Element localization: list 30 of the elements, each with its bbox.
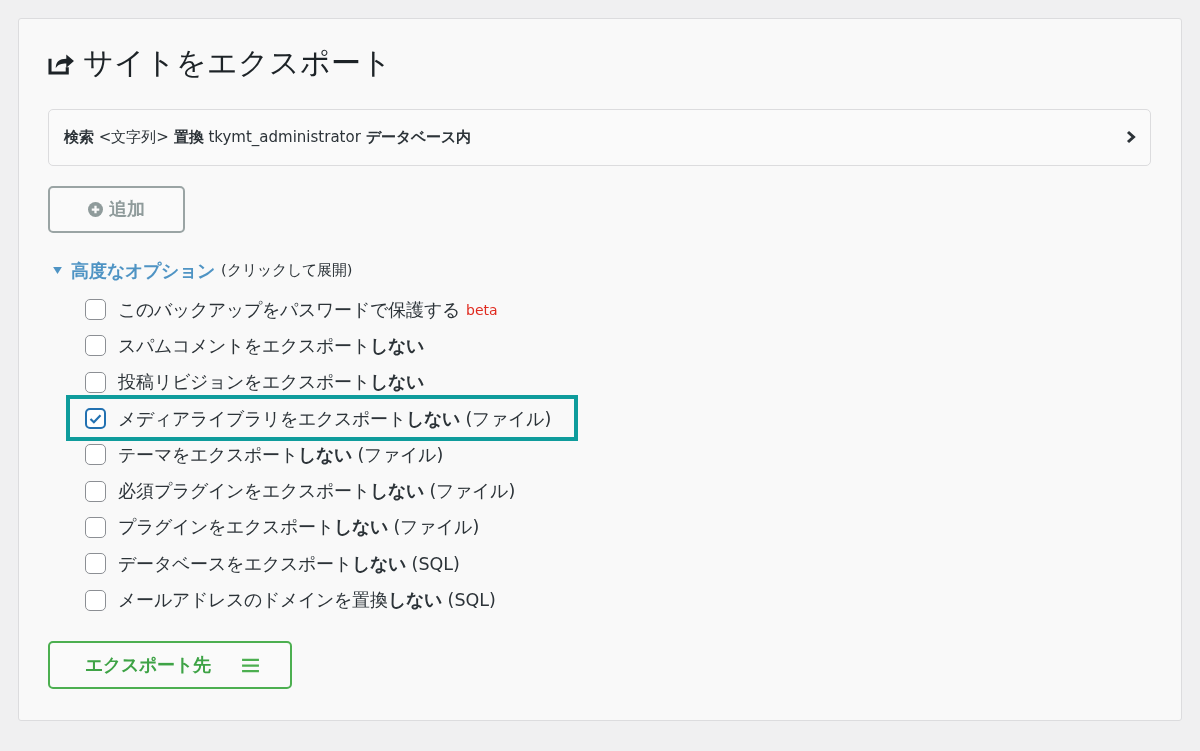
option-label: 必須プラグインをエクスポートしない (ファイル) xyxy=(118,480,516,504)
option-label: メディアライブラリをエクスポートしない (ファイル) xyxy=(118,407,552,431)
menu-icon xyxy=(242,657,259,673)
checkbox[interactable] xyxy=(85,335,106,357)
checkbox[interactable] xyxy=(85,553,106,575)
option-label: 投稿リビジョンをエクスポートしない xyxy=(118,371,424,395)
checkbox[interactable] xyxy=(85,516,106,538)
checkbox[interactable] xyxy=(85,299,106,321)
chevron-right-icon xyxy=(1126,130,1136,145)
checkbox[interactable] xyxy=(85,589,106,611)
beta-label: beta xyxy=(466,301,498,318)
find-replace-row[interactable]: 検索 <文字列> 置換 tkymt_administrator データベース内 xyxy=(48,109,1151,166)
checkbox[interactable] xyxy=(85,408,106,430)
checkbox[interactable] xyxy=(85,444,106,466)
option-label: このバックアップをパスワードで保護する xyxy=(118,298,460,322)
option-label: メールアドレスのドメインを置換しない (SQL) xyxy=(118,589,496,613)
page-title: サイトをエクスポート xyxy=(83,44,392,82)
advanced-options-toggle[interactable]: 高度なオプション xyxy=(71,258,215,283)
advanced-options-hint: (クリックして展開) xyxy=(221,261,353,281)
add-button[interactable]: 追加 xyxy=(48,185,185,233)
export-to-button[interactable]: エクスポート先 xyxy=(48,641,292,689)
find-replace-summary: 検索 <文字列> 置換 tkymt_administrator データベース内 xyxy=(64,127,471,147)
option-label: データベースをエクスポートしない (SQL) xyxy=(118,552,460,576)
option-label: プラグインをエクスポートしない (ファイル) xyxy=(118,516,480,540)
option-label: スパムコメントをエクスポートしない xyxy=(118,334,424,358)
option-label: テーマをエクスポートしない (ファイル) xyxy=(118,443,444,467)
checkbox[interactable] xyxy=(85,371,106,393)
checkbox[interactable] xyxy=(85,480,106,502)
plus-circle-icon xyxy=(88,201,103,217)
check-icon xyxy=(89,413,102,424)
